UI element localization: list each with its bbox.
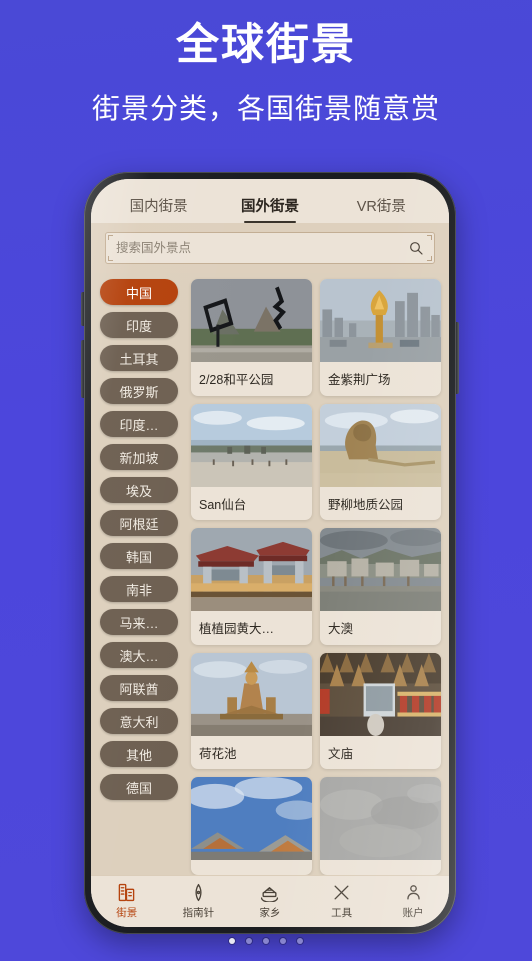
spot-card[interactable]: 野柳地质公园 xyxy=(320,403,441,520)
spot-card[interactable] xyxy=(320,777,441,875)
nav-label: 家乡 xyxy=(259,907,281,919)
spot-thumbnail xyxy=(191,652,312,736)
corner-ornament-tr xyxy=(427,235,432,240)
spot-thumbnail xyxy=(191,403,312,487)
country-chip[interactable]: 南非 xyxy=(100,576,178,602)
spot-thumbnail xyxy=(320,777,441,860)
spot-label: 大澳 xyxy=(328,622,354,636)
country-chip[interactable]: 其他 xyxy=(100,741,178,767)
compass-icon xyxy=(195,883,202,902)
promo-title: 全球街景 xyxy=(176,21,356,69)
nav-item-compass[interactable]: 指南针 xyxy=(163,883,235,920)
nav-label: 账户 xyxy=(402,907,424,919)
spot-grid[interactable]: 2/28和平公园 金紫荆广场 San仙台 野柳地质公园 植植园黄大… 大澳 荷花… xyxy=(187,273,449,875)
spot-label: 荷花池 xyxy=(199,746,237,761)
tab-domestic-streetview[interactable]: 国内街景 xyxy=(103,195,214,223)
country-chip[interactable]: 澳大… xyxy=(100,642,178,668)
spot-thumbnail xyxy=(320,403,441,487)
country-chip[interactable]: 印度… xyxy=(100,411,178,437)
power-button[interactable] xyxy=(456,322,459,394)
spot-card[interactable]: 2/28和平公园 xyxy=(191,279,312,396)
promo-subtitle: 街景分类，各国街景随意赏 xyxy=(91,92,440,124)
spot-label: 文庙 xyxy=(328,746,354,761)
spot-card[interactable]: 金紫荆广场 xyxy=(320,279,441,396)
carousel-dot[interactable] xyxy=(246,938,252,944)
spot-label xyxy=(191,860,312,875)
spot-thumbnail xyxy=(320,652,441,736)
volume-down-button[interactable] xyxy=(81,340,84,398)
spot-thumbnail xyxy=(191,528,312,611)
nav-item-person[interactable]: 账户 xyxy=(377,883,449,920)
tab-overseas-streetview[interactable]: 国外街景 xyxy=(214,195,325,223)
country-chip[interactable]: 意大利 xyxy=(100,708,178,734)
corner-ornament-br xyxy=(427,256,432,261)
phone-mockup: 国内街景 国外街景 VR街景 中国印度土耳其俄罗斯印度… 新加坡埃及阿根廷韩国南非… xyxy=(81,172,459,934)
country-chip[interactable]: 新加坡 xyxy=(100,444,178,470)
spot-thumbnail xyxy=(191,279,312,362)
country-chip[interactable]: 土耳其 xyxy=(100,345,178,371)
spot-card[interactable]: 大澳 xyxy=(320,528,441,645)
search-icon[interactable] xyxy=(408,240,424,256)
building-icon xyxy=(118,883,135,902)
nav-item-tools[interactable]: 工具 xyxy=(306,883,378,920)
person-icon xyxy=(406,885,420,900)
country-chip[interactable]: 阿根廷 xyxy=(100,510,178,536)
spot-card[interactable]: 文庙 xyxy=(320,652,441,769)
country-chip[interactable]: 俄罗斯 xyxy=(100,378,178,404)
spot-card[interactable] xyxy=(191,777,312,875)
nav-label: 街景 xyxy=(116,907,138,919)
spot-label: 金紫荆广场 xyxy=(328,373,391,387)
nav-item-hometown[interactable]: 家乡 xyxy=(234,883,306,920)
corner-ornament-tl xyxy=(108,235,113,240)
tools-icon xyxy=(334,885,349,900)
country-chip[interactable]: 德国 xyxy=(100,774,178,800)
spot-thumbnail xyxy=(320,528,441,611)
nav-label: 工具 xyxy=(331,907,353,919)
tab-vr-streetview[interactable]: VR街景 xyxy=(326,195,437,223)
spot-label: 植植园黄大… xyxy=(199,622,275,636)
search-input[interactable] xyxy=(116,241,408,255)
carousel-dot[interactable] xyxy=(297,938,303,944)
promo-header: 全球街景 街景分类，各国街景随意赏 xyxy=(0,0,532,127)
carousel-page-indicator[interactable] xyxy=(0,938,532,944)
country-chip[interactable]: 阿联酋 xyxy=(100,675,178,701)
phone-screen: 国内街景 国外街景 VR街景 中国印度土耳其俄罗斯印度… 新加坡埃及阿根廷韩国南非… xyxy=(91,179,449,927)
country-chip[interactable]: 韩国 xyxy=(100,543,178,569)
nav-item-building[interactable]: 街景 xyxy=(91,883,163,920)
search-section xyxy=(91,223,449,273)
spot-card[interactable]: 荷花池 xyxy=(191,652,312,769)
content-area: 中国印度土耳其俄罗斯印度… 新加坡埃及阿根廷韩国南非马来… 澳大… 阿联酋意大利其他德… xyxy=(91,273,449,875)
carousel-dot[interactable] xyxy=(280,938,286,944)
carousel-dot[interactable] xyxy=(229,938,235,944)
hometown-icon xyxy=(261,887,279,902)
country-chip[interactable]: 中国 xyxy=(100,279,178,305)
tab-bar: 国内街景 国外街景 VR街景 xyxy=(91,179,449,223)
spot-label xyxy=(320,860,441,875)
corner-ornament-bl xyxy=(108,256,113,261)
country-chip[interactable]: 印度 xyxy=(100,312,178,338)
country-chip[interactable]: 埃及 xyxy=(100,477,178,503)
spot-thumbnail xyxy=(320,279,441,362)
carousel-dot[interactable] xyxy=(263,938,269,944)
country-rail[interactable]: 中国印度土耳其俄罗斯印度… 新加坡埃及阿根廷韩国南非马来… 澳大… 阿联酋意大利其他德… xyxy=(91,273,187,875)
spot-label: 2/28和平公园 xyxy=(199,373,274,387)
country-chip[interactable]: 马来… xyxy=(100,609,178,635)
spot-card[interactable]: 植植园黄大… xyxy=(191,528,312,645)
spot-card[interactable]: San仙台 xyxy=(191,403,312,520)
volume-up-button[interactable] xyxy=(81,292,84,326)
spot-label: San仙台 xyxy=(199,497,247,512)
spot-label: 野柳地质公园 xyxy=(328,497,404,512)
search-box[interactable] xyxy=(105,232,435,264)
spot-thumbnail xyxy=(191,777,312,860)
nav-label: 指南针 xyxy=(182,907,215,919)
bottom-navigation: 街景 指南针 家乡 工具 账户 xyxy=(91,875,449,927)
